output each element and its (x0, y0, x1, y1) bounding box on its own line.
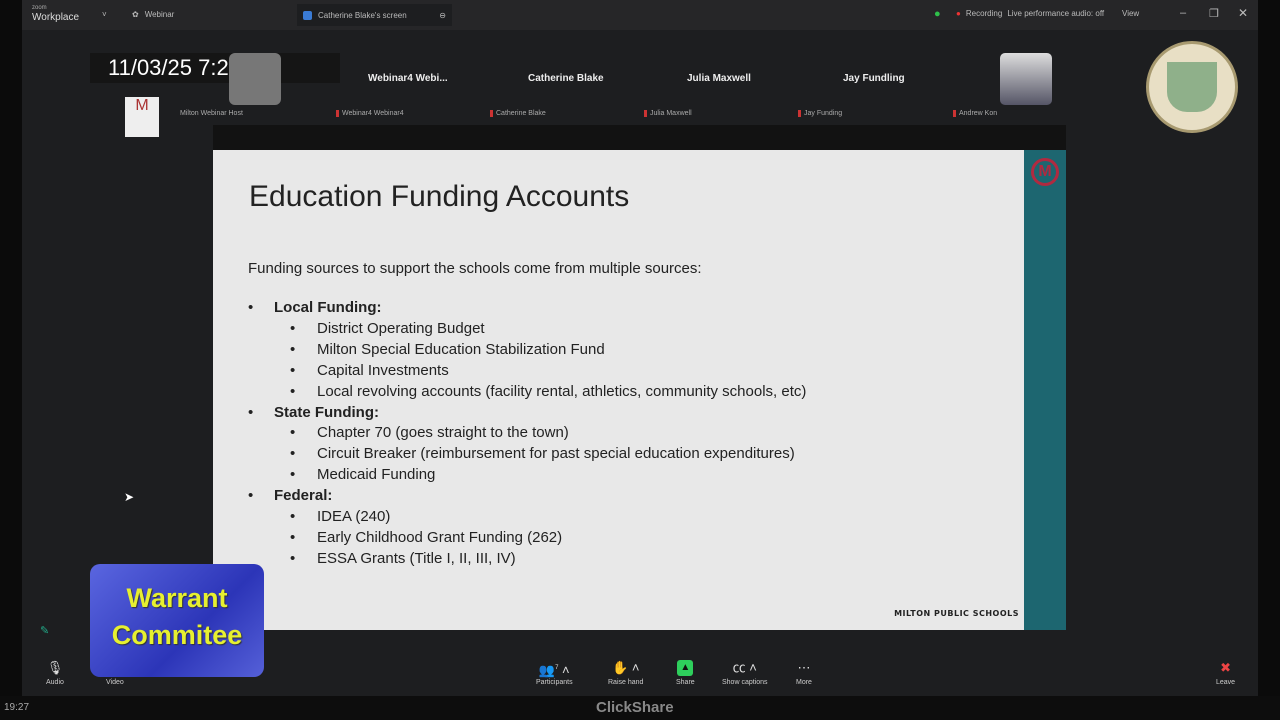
participants-icon: 👥7 ˄ (538, 662, 570, 678)
tile-label: Andrew Kon (953, 110, 997, 117)
muted-mic-icon (490, 110, 493, 117)
zoom-window: zoom Workplace ˅ ✿ Webinar Catherine Blake… (22, 0, 1258, 696)
view-button[interactable]: View (1122, 9, 1139, 18)
leave-button[interactable]: ✖ Leave (1216, 660, 1235, 686)
section-federal: Federal: IDEA (240) Early Childhood Gran… (248, 486, 806, 570)
slide-title: Education Funding Accounts (249, 180, 630, 213)
slide-intro: Funding sources to support the schools c… (248, 260, 702, 277)
restore-icon[interactable]: ❐ (1209, 7, 1219, 20)
clock: 19:27 (4, 702, 30, 713)
section-state: State Funding: Chapter 70 (goes straight… (248, 403, 806, 487)
title-bar: zoom Workplace ˅ ✿ Webinar Catherine Blake… (22, 0, 1258, 30)
shield-check-icon[interactable]: ● (934, 8, 941, 20)
captions-button[interactable]: ㏄ ˄ Show captions (722, 660, 768, 686)
video-button[interactable]: Video (106, 660, 124, 686)
share-button[interactable]: ▲ Share (676, 660, 695, 686)
tile-name: Jay Fundling (843, 73, 905, 84)
muted-mic-icon (336, 110, 339, 117)
list-item: Milton Special Education Stabilization F… (290, 340, 806, 361)
datetime-stamp: 11/03/25 7:29 PM (90, 53, 340, 83)
list-item: ESSA Grants (Title I, II, III, IV) (290, 549, 806, 570)
shared-slide: Education Funding Accounts Funding sourc… (213, 150, 1024, 630)
edit-icon[interactable]: ✎ (40, 624, 49, 637)
audio-button[interactable]: 🎙 Audio (46, 660, 64, 686)
slide-teal-strip: M (1024, 150, 1066, 630)
close-icon[interactable]: ✕ (1238, 6, 1248, 20)
meeting-toolbar: 🎙 Audio Video 👥7 ˄ Participants ✋ ˄ Raise h… (22, 660, 1258, 696)
muted-mic-icon (644, 110, 647, 117)
tile-label: Webinar4 Webinar4 (336, 110, 404, 117)
tile-label: Catherine Blake (490, 110, 546, 117)
tile-name: Webinar4 Webi... (368, 73, 448, 84)
record-dot-icon: ● (956, 9, 961, 18)
clickshare-bar: 19:27 ClickShare (0, 696, 1280, 720)
webinar-menu[interactable]: ✿ Webinar (132, 10, 174, 19)
funding-list: Local Funding: District Operating Budget… (248, 298, 806, 570)
tile-name: Julia Maxwell (687, 73, 751, 84)
audio-status: Live performance audio: off (1007, 9, 1105, 18)
town-of-milton-seal (1146, 41, 1238, 133)
list-item: Circuit Breaker (reimbursement for past … (290, 444, 806, 465)
captions-icon: ㏄ ˄ (732, 660, 757, 675)
list-item: District Operating Budget (290, 319, 806, 340)
muted-mic-icon (798, 110, 801, 117)
webinar-label: Webinar (144, 10, 175, 19)
raise-hand-button[interactable]: ✋ ˄ Raise hand (608, 660, 643, 686)
list-item: IDEA (240) (290, 507, 806, 528)
webinar-icon: ✿ (132, 10, 139, 19)
andrew-kon-video (1000, 53, 1052, 105)
microphone-icon: 🎙 (46, 660, 64, 675)
mouse-cursor-icon: ➤ (124, 490, 135, 504)
participants-button[interactable]: 👥7 ˄ Participants (536, 660, 573, 686)
chevron-down-icon[interactable]: ˅ (102, 10, 107, 19)
tile-name: Catherine Blake (528, 73, 604, 84)
share-screen-icon: ▲ (677, 660, 694, 676)
leave-icon: ✖ (1220, 660, 1231, 675)
slide-footer: MILTON PUBLIC SCHOOLS (894, 609, 1019, 618)
brand-name: Workplace (32, 12, 80, 23)
host-video-thumbnail (229, 53, 281, 105)
recording-label: Recording (965, 9, 1003, 18)
zoom-brand: zoom Workplace (32, 4, 80, 23)
milton-access-logo: M (125, 97, 159, 137)
share-tab-label: Catherine Blake's screen (318, 10, 407, 20)
clickshare-logo: ClickShare (596, 699, 674, 716)
share-tab[interactable]: Catherine Blake's screen ⊖ (297, 4, 452, 26)
tile-label: Jay Funding (798, 110, 842, 117)
mps-logo-icon: M (1031, 158, 1059, 186)
hand-icon: ✋ ˄ (612, 660, 640, 675)
more-button[interactable]: ⋯ More (796, 660, 812, 686)
share-icon (303, 10, 312, 20)
minimize-icon[interactable]: – (1180, 7, 1186, 19)
list-item: Local revolving accounts (facility renta… (290, 382, 806, 403)
muted-mic-icon (953, 110, 956, 117)
share-header-bar (213, 125, 1066, 150)
list-item: Capital Investments (290, 361, 806, 382)
tile-label: Milton Webinar Host (180, 110, 243, 117)
more-icon: ⋯ (797, 660, 811, 675)
more-options-icon[interactable]: ⊖ (439, 11, 446, 20)
list-item: Medicaid Funding (290, 465, 806, 486)
section-local: Local Funding: District Operating Budget… (248, 298, 806, 403)
list-item: Early Childhood Grant Funding (262) (290, 528, 806, 549)
list-item: Chapter 70 (goes straight to the town) (290, 423, 806, 444)
tile-label: Julia Maxwell (644, 110, 692, 117)
recording-status: ● Recording Live performance audio: off (956, 9, 1104, 18)
